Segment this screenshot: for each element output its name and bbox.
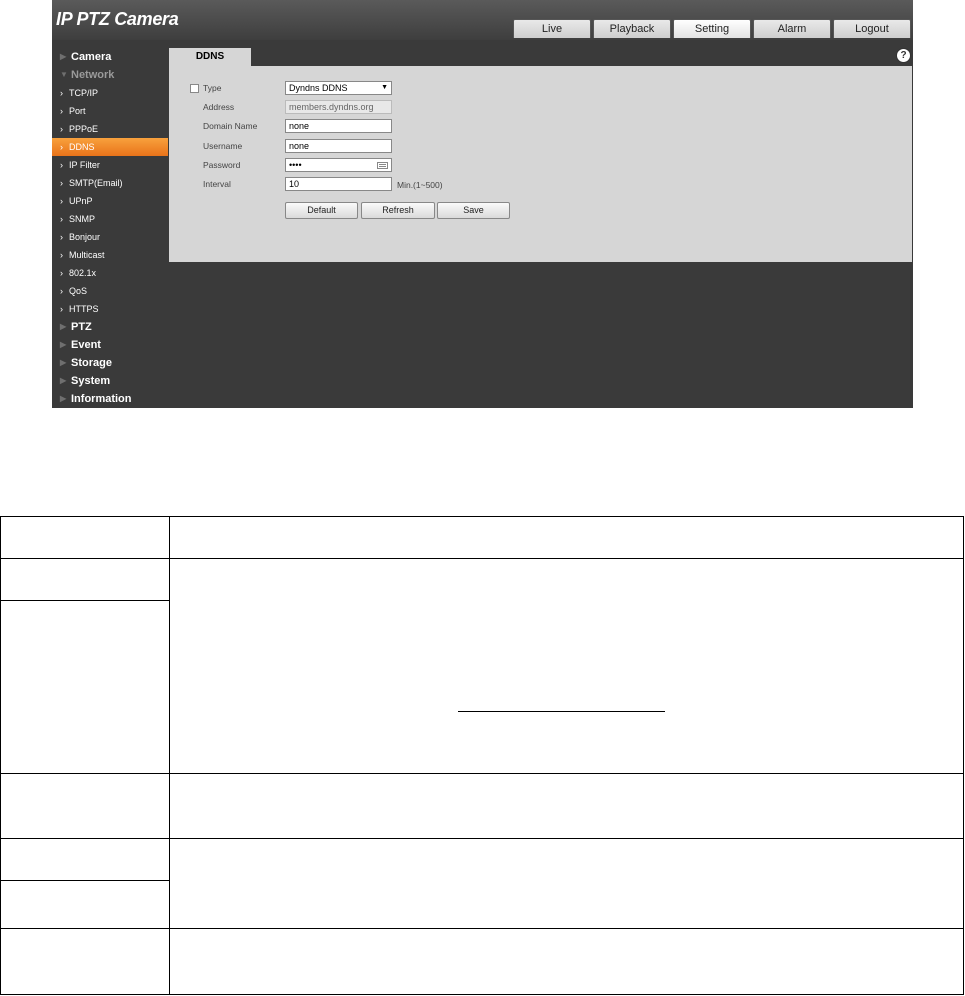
type-select[interactable]: Dyndns DDNS ▼ bbox=[285, 81, 392, 95]
chevron-right-icon: › bbox=[60, 304, 63, 314]
tab-live[interactable]: Live bbox=[513, 19, 591, 38]
sidebar-item-tcpip[interactable]: › TCP/IP bbox=[52, 84, 168, 102]
chevron-right-icon: › bbox=[60, 214, 63, 224]
sidebar-group-system[interactable]: ▶ System bbox=[52, 372, 168, 390]
app-title: IP PTZ Camera bbox=[56, 9, 179, 29]
sidebar-item-port[interactable]: › Port bbox=[52, 102, 168, 120]
chevron-right-icon: › bbox=[60, 286, 63, 296]
triangle-right-icon: ▶ bbox=[60, 394, 67, 403]
sidebar-item-snmp[interactable]: › SNMP bbox=[52, 210, 168, 228]
table-cell bbox=[0, 600, 170, 774]
chevron-right-icon: › bbox=[60, 250, 63, 260]
password-value: •••• bbox=[289, 160, 302, 170]
sidebar-item-ip-filter[interactable]: › IP Filter bbox=[52, 156, 168, 174]
top-bar: IP PTZ Camera Live Playback Setting Alar… bbox=[52, 0, 913, 40]
keyboard-icon[interactable] bbox=[377, 162, 388, 169]
sidebar-item-8021x[interactable]: › 802.1x bbox=[52, 264, 168, 282]
link-underline bbox=[458, 711, 665, 712]
sidebar-group-event[interactable]: ▶ Event bbox=[52, 336, 168, 354]
table-cell bbox=[0, 928, 170, 995]
help-icon[interactable]: ? bbox=[896, 48, 911, 63]
triangle-down-icon: ▼ bbox=[60, 70, 68, 79]
sidebar-group-camera[interactable]: ▶ Camera bbox=[52, 48, 168, 66]
tab-logout[interactable]: Logout bbox=[833, 19, 911, 38]
sidebar-item-ddns[interactable]: › DDNS bbox=[52, 138, 168, 156]
sidebar-group-ptz[interactable]: ▶ PTZ bbox=[52, 318, 168, 336]
refresh-button[interactable]: Refresh bbox=[361, 202, 435, 219]
table-cell bbox=[0, 558, 170, 601]
chevron-right-icon: › bbox=[60, 106, 63, 116]
chevron-right-icon: › bbox=[60, 268, 63, 278]
panel-tab-strip bbox=[169, 48, 912, 66]
triangle-right-icon: ▶ bbox=[60, 52, 67, 61]
triangle-right-icon: ▶ bbox=[60, 358, 67, 367]
triangle-right-icon: ▶ bbox=[60, 340, 67, 349]
sidebar-group-information[interactable]: ▶ Information bbox=[52, 390, 168, 408]
interval-hint: Min.(1~500) bbox=[397, 180, 443, 190]
type-select-value: Dyndns DDNS bbox=[289, 83, 348, 93]
sidebar-item-upnp[interactable]: › UPnP bbox=[52, 192, 168, 210]
sidebar-item-smtp[interactable]: › SMTP(Email) bbox=[52, 174, 168, 192]
address-field: members.dyndns.org bbox=[285, 100, 392, 114]
triangle-right-icon: ▶ bbox=[60, 322, 67, 331]
tab-ddns[interactable]: DDNS bbox=[169, 48, 251, 66]
domain-name-label: Domain Name bbox=[203, 121, 258, 131]
triangle-right-icon: ▶ bbox=[60, 376, 67, 385]
password-field[interactable]: •••• bbox=[285, 158, 392, 172]
save-button[interactable]: Save bbox=[437, 202, 510, 219]
tab-alarm[interactable]: Alarm bbox=[753, 19, 831, 38]
chevron-right-icon: › bbox=[60, 142, 63, 152]
table-cell bbox=[0, 773, 170, 839]
table-cell bbox=[169, 773, 964, 839]
sidebar-item-https[interactable]: › HTTPS bbox=[52, 300, 168, 318]
chevron-right-icon: › bbox=[60, 232, 63, 242]
sidebar-item-multicast[interactable]: › Multicast bbox=[52, 246, 168, 264]
dropdown-arrow-icon: ▼ bbox=[381, 84, 388, 91]
table-cell bbox=[169, 838, 964, 929]
address-label: Address bbox=[203, 102, 235, 112]
table-cell bbox=[0, 880, 170, 929]
chevron-right-icon: › bbox=[60, 88, 63, 98]
interval-label: Interval bbox=[203, 179, 231, 189]
main-tabs: Live Playback Setting Alarm Logout bbox=[513, 19, 911, 38]
table-cell bbox=[169, 558, 964, 774]
tab-playback[interactable]: Playback bbox=[593, 19, 671, 38]
password-label: Password bbox=[203, 160, 241, 170]
table-header-cell bbox=[0, 516, 170, 559]
default-button[interactable]: Default bbox=[285, 202, 358, 219]
sidebar-group-network[interactable]: ▼ Network bbox=[52, 66, 168, 84]
ddns-panel bbox=[169, 48, 912, 262]
sidebar: ▶ Camera ▼ Network › TCP/IP › Port › PPPoE › D… bbox=[52, 48, 168, 408]
table-header-cell bbox=[169, 516, 964, 559]
table-cell bbox=[169, 928, 964, 995]
sidebar-item-bonjour[interactable]: › Bonjour bbox=[52, 228, 168, 246]
username-field[interactable]: none bbox=[285, 139, 392, 153]
parameter-table bbox=[0, 516, 964, 995]
sidebar-item-qos[interactable]: › QoS bbox=[52, 282, 168, 300]
domain-name-field[interactable]: none bbox=[285, 119, 392, 133]
interval-field[interactable]: 10 bbox=[285, 177, 392, 191]
sidebar-group-storage[interactable]: ▶ Storage bbox=[52, 354, 168, 372]
username-label: Username bbox=[203, 141, 243, 151]
tab-setting[interactable]: Setting bbox=[673, 19, 751, 38]
sidebar-item-pppoe[interactable]: › PPPoE bbox=[52, 120, 168, 138]
chevron-right-icon: › bbox=[60, 160, 63, 170]
chevron-right-icon: › bbox=[60, 124, 63, 134]
camera-web-ui: IP PTZ Camera Live Playback Setting Alar… bbox=[52, 0, 913, 408]
table-cell bbox=[0, 838, 170, 881]
enable-checkbox[interactable] bbox=[190, 84, 199, 93]
type-label: Type bbox=[203, 83, 222, 93]
chevron-right-icon: › bbox=[60, 196, 63, 206]
chevron-right-icon: › bbox=[60, 178, 63, 188]
